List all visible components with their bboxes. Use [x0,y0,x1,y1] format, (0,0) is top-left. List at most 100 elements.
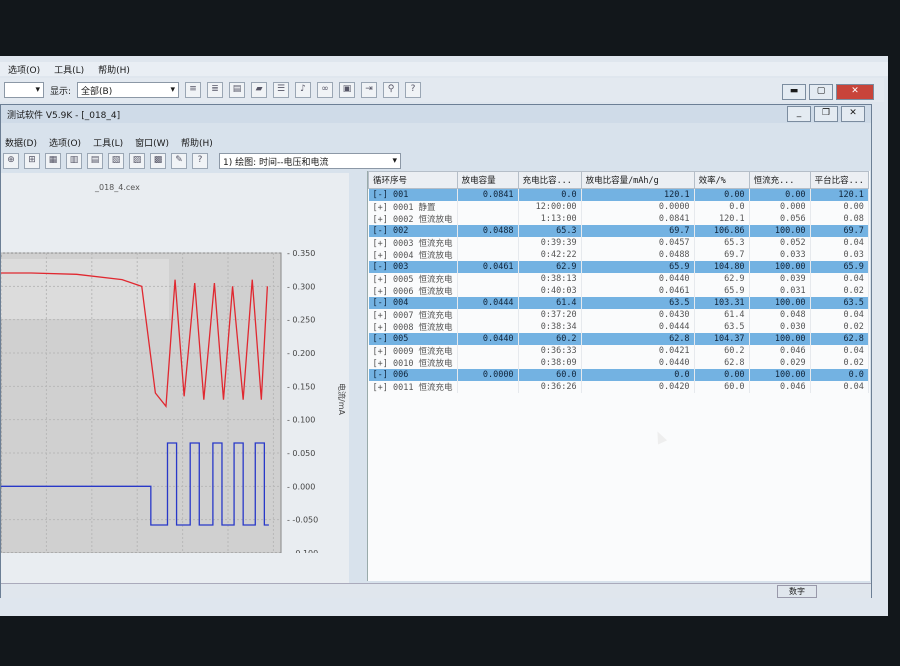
menu-data[interactable]: 数据(D) [5,136,37,149]
table-cell: 0.02 [810,357,869,369]
bell-icon[interactable]: ♪ [295,82,312,98]
table-row[interactable]: [-] 001 0.0841 0.0 120.1 0.00 0.00 120.1 [368,188,869,201]
table-row[interactable]: [+] 0008 恒流放电 0:38:34 0.0444 63.5 0.030 0.02 [368,321,869,333]
table-row[interactable]: [+] 0004 恒流放电 0:42:22 0.0488 69.7 0.033 0.03 [368,249,869,261]
sort-icon[interactable]: ≣ [207,82,224,98]
filter-icon[interactable]: ▤ [229,82,246,98]
link-icon[interactable]: ∞ [317,82,334,98]
table-cell: 62.8 [581,333,695,345]
table-row[interactable]: [+] 0009 恒流充电 0:36:33 0.0421 60.2 0.046 0.04 [368,345,869,357]
table-row[interactable]: [+] 0002 恒流放电 1:13:00 0.0841 120.1 0.056 0.08 [368,213,869,225]
menu-window[interactable]: 窗口(W) [135,136,169,149]
outer-combo-left[interactable]: ▾ [4,82,44,98]
menu-options[interactable]: 选项(O) [49,136,81,149]
y-tick-label: - 0.000 [287,482,315,491]
pen-icon[interactable]: ✎ [171,153,187,169]
table-cell: 62.9 [694,273,750,285]
list-icon[interactable]: ≡ [185,82,202,98]
table-header-5[interactable]: 恒流充... [748,171,811,189]
cols-icon[interactable]: ▥ [66,153,82,169]
table-header-4[interactable]: 效率/% [693,171,750,189]
table-cell: 0:42:22 [518,249,582,261]
zoom-icon[interactable]: ⊕ [3,153,19,169]
table-row[interactable]: [+] 0011 恒流充电 0:36:26 0.0420 60.0 0.046 0.04 [368,381,869,393]
table-row[interactable]: [+] 0010 恒流放电 0:38:09 0.0440 62.8 0.029 0.02 [368,357,869,369]
table-cell: 0.08 [810,213,869,225]
table-row[interactable]: [-] 006 0.0000 60.0 0.0 0.00 100.00 0.0 [368,369,869,381]
help-icon[interactable]: ? [405,82,422,98]
chevron-down-icon: ▾ [392,156,397,166]
table-cell: [+] 0011 恒流充电 [368,381,458,393]
outer-menu-help[interactable]: 帮助(H) [98,63,130,76]
table-cell: 0:37:20 [518,309,582,321]
rows-icon[interactable]: ▤ [87,153,103,169]
table-cell: 65.9 [694,285,750,297]
table-row[interactable]: [-] 005 0.0440 60.2 62.8 104.37 100.00 62.8 [368,333,869,345]
table-cell: 0.02 [810,285,869,297]
table-cell: 0.031 [749,285,811,297]
table-row[interactable]: [-] 002 0.0488 65.3 69.7 106.86 100.00 69.7 [368,225,869,237]
close-icon[interactable]: ✕ [836,84,874,100]
table-cell: 104.80 [694,261,750,273]
table-header-0[interactable]: 循环序号 [368,171,458,189]
table-header-2[interactable]: 充电比容... [517,171,582,189]
table-cell: 100.00 [749,225,811,237]
table-header-3[interactable]: 放电比容量/mAh/g [580,171,695,189]
table-header-1[interactable]: 放电容量 [456,171,519,189]
child-restore-icon[interactable]: ❐ [814,106,838,122]
image-icon[interactable]: ▣ [339,82,356,98]
table-cell: [+] 0007 恒流充电 [368,309,458,321]
table-cell [457,273,519,285]
table-cell: 65.9 [810,261,869,273]
folder-icon[interactable]: ▰ [251,82,268,98]
maximize-icon[interactable]: ▢ [809,84,833,100]
table-cell: 60.0 [694,381,750,393]
lines-icon[interactable]: ☰ [273,82,290,98]
table-cell: 69.7 [810,225,869,237]
help2-icon[interactable]: ? [192,153,208,169]
table-row[interactable]: [+] 0003 恒流充电 0:39:39 0.0457 65.3 0.052 0.04 [368,237,869,249]
table-cell: 120.1 [694,213,750,225]
menu-help[interactable]: 帮助(H) [181,136,213,149]
minimize-icon[interactable]: ▬ [782,84,806,100]
table-row[interactable]: [+] 0001 静置 12:00:00 0.0000 0.0 0.000 0.00 [368,201,869,213]
menu-tools[interactable]: 工具(L) [93,136,123,149]
table-cell: 0.04 [810,273,869,285]
table-cell: [-] 006 [368,369,458,381]
table-cell: 0.04 [810,381,869,393]
table-cell: 0.04 [810,309,869,321]
table-row[interactable]: [-] 004 0.0444 61.4 63.5 103.31 100.00 63.5 [368,297,869,309]
table-icon[interactable]: ▦ [45,153,61,169]
layout-icon[interactable]: ▧ [108,153,124,169]
table-row[interactable]: [+] 0005 恒流充电 0:38:13 0.0440 62.9 0.039 0.04 [368,273,869,285]
table-cell: 69.7 [694,249,750,261]
table-row[interactable]: [+] 0007 恒流充电 0:37:20 0.0430 61.4 0.048 0.04 [368,309,869,321]
table-cell: 0.0440 [457,333,519,345]
table-header-6[interactable]: 平台比容... [809,171,869,189]
table-cell: 62.8 [694,357,750,369]
y-tick-label: - -0.050 [287,516,318,525]
table-row[interactable]: [+] 0006 恒流放电 0:40:03 0.0461 65.9 0.031 0.02 [368,285,869,297]
outer-menu-options[interactable]: 选项(O) [8,63,40,76]
y-tick-label: - 0.200 [287,349,315,358]
split-icon[interactable]: ▨ [129,153,145,169]
table-cell: 0.00 [694,369,750,381]
table-row[interactable]: [-] 003 0.0461 62.9 65.9 104.80 100.00 65.9 [368,261,869,273]
export-icon[interactable]: ⇥ [361,82,378,98]
child-close-icon[interactable]: ✕ [841,106,865,122]
table-cell: 60.2 [518,333,582,345]
child-menu-bar: 数据(D) 选项(O) 工具(L) 窗口(W) 帮助(H) [1,135,875,149]
table-cell: 0.039 [749,273,811,285]
table-cell: 60.2 [694,345,750,357]
table-cell: [+] 0003 恒流充电 [368,237,458,249]
com-icon[interactable]: ⚲ [383,82,400,98]
table-cell: [+] 0006 恒流放电 [368,285,458,297]
table-header-row: 循环序号 放电容量 充电比容... 放电比容量/mAh/g 效率/% 恒流充... 平台比容… [368,171,869,189]
plot-type-combo[interactable]: 1) 绘图: 时间--电压和电流 ▾ [219,153,401,169]
child-minimize-icon[interactable]: _ [787,106,811,122]
display-combo[interactable]: 全部(B) ▾ [77,82,180,98]
outer-menu-tools[interactable]: 工具(L) [54,63,84,76]
calc-icon[interactable]: ▩ [150,153,166,169]
grid-icon[interactable]: ⊞ [24,153,40,169]
y-tick-label: - 0.050 [287,449,315,458]
